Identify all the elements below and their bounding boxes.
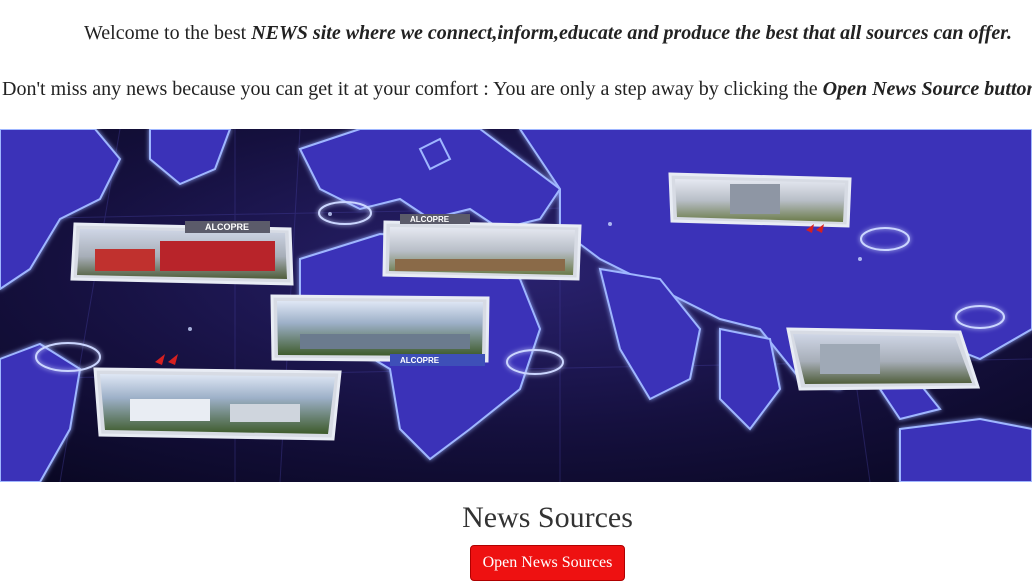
promo-prefix: Don't miss any news because you can get …: [2, 78, 823, 100]
intro-prefix: Welcome to the best: [84, 22, 252, 44]
photo-card-1: ALCOPRE: [70, 221, 294, 286]
card-3-sign: ALCOPRE: [400, 356, 440, 365]
banner-graphic: ALCOPRE ALCOPRE ALCOPRE: [0, 129, 1032, 482]
photo-card-5: [93, 367, 342, 441]
card-2-sign: ALCOPRE: [410, 215, 450, 224]
open-news-sources-button[interactable]: Open News Sources: [470, 545, 625, 581]
photo-card-4: [668, 172, 852, 228]
photo-card-6: [786, 327, 981, 391]
promo-emphasis: Open News Source button: [822, 78, 1032, 100]
world-map-banner: ALCOPRE ALCOPRE ALCOPRE: [0, 129, 1032, 482]
intro-emphasis: NEWS site where we connect,inform,educat…: [251, 22, 1012, 44]
photo-card-3: ALCOPRE: [270, 294, 490, 366]
card-1-sign: ALCOPRE: [205, 222, 249, 232]
news-sources-heading: News Sources: [462, 501, 633, 534]
intro-text: Welcome to the best NEWS site where we c…: [84, 21, 1012, 45]
promo-text: Don't miss any news because you can get …: [2, 77, 1032, 101]
